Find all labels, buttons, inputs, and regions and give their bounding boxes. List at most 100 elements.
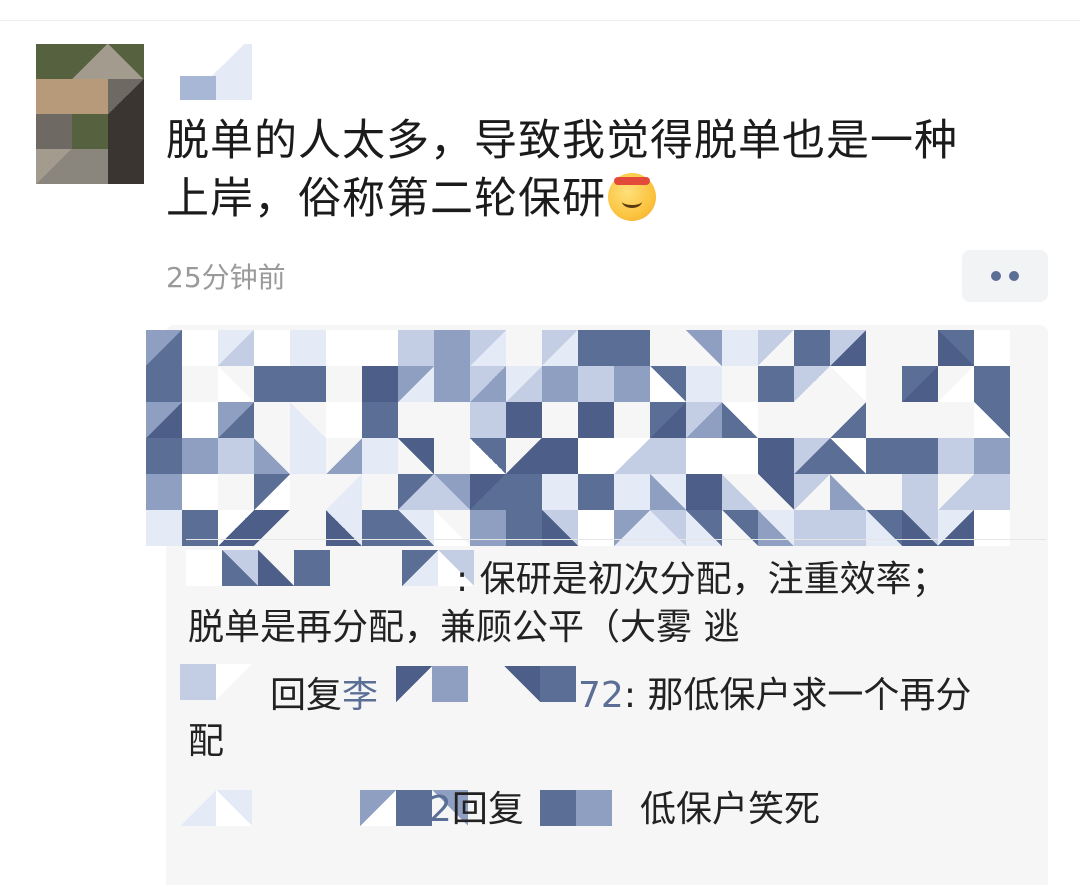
mosaic-tile — [326, 438, 362, 474]
mosaic-tile — [108, 149, 144, 184]
mosaic-tile — [182, 438, 218, 474]
reply-3-name-end[interactable]: 72 — [406, 789, 452, 830]
mosaic-tile — [36, 44, 72, 79]
mosaic-tile — [108, 114, 144, 149]
reply-1-line-1: : 保研是初次分配，注重效率； — [456, 559, 948, 600]
avatar[interactable] — [36, 44, 144, 184]
mosaic-tile — [614, 402, 650, 438]
mosaic-tile — [938, 510, 974, 546]
mosaic-tile — [758, 402, 794, 438]
more-dots-icon — [1009, 271, 1019, 281]
mosaic-tile — [398, 402, 434, 438]
mosaic-tile — [722, 402, 758, 438]
reply-2-target-name-start[interactable]: 李 — [342, 675, 378, 716]
mosaic-tile — [542, 438, 578, 474]
mosaic-tile — [758, 330, 794, 366]
mosaic-tile — [506, 474, 542, 510]
comment-text-line-1: 脱单的人太多，导致我觉得脱单也是一种 — [166, 116, 958, 166]
reply-1-text-line-1: 保研是初次分配，注重效率； — [479, 559, 948, 600]
reply-1-username-redacted[interactable] — [186, 550, 474, 586]
mosaic-tile — [254, 402, 290, 438]
mosaic-tile — [290, 402, 326, 438]
mosaic-tile — [218, 438, 254, 474]
mosaic-tile — [722, 510, 758, 546]
mosaic-tile — [36, 114, 72, 149]
mosaic-tile — [866, 402, 902, 438]
mosaic-tile — [470, 402, 506, 438]
mosaic-tile — [362, 510, 398, 546]
mosaic-tile — [398, 474, 434, 510]
mosaic-tile — [36, 149, 72, 184]
mosaic-tile — [542, 330, 578, 366]
redacted-content-mosaic — [146, 330, 1026, 546]
mosaic-tile — [830, 366, 866, 402]
mosaic-tile — [540, 790, 576, 826]
reply-2-username-redacted[interactable] — [180, 664, 252, 700]
mosaic-tile — [974, 330, 1010, 366]
mosaic-tile — [938, 474, 974, 510]
mosaic-tile — [470, 438, 506, 474]
mosaic-tile — [146, 366, 182, 402]
mosaic-tile — [830, 330, 866, 366]
mosaic-tile — [938, 330, 974, 366]
reply-2-target-name-redacted[interactable] — [396, 666, 576, 702]
mosaic-tile — [902, 366, 938, 402]
mosaic-tile — [72, 114, 108, 149]
reply-3-target-name-redacted[interactable] — [540, 790, 612, 826]
mosaic-tile — [182, 402, 218, 438]
mosaic-tile — [108, 44, 144, 79]
mosaic-tile — [72, 79, 108, 114]
mosaic-tile — [794, 438, 830, 474]
more-options-button[interactable] — [962, 250, 1048, 302]
mosaic-tile — [758, 366, 794, 402]
mosaic-tile — [290, 330, 326, 366]
username-redacted[interactable] — [180, 44, 252, 100]
mosaic-tile — [830, 474, 866, 510]
mosaic-tile — [182, 330, 218, 366]
mosaic-tile — [290, 366, 326, 402]
reply-2-target-name-end[interactable]: 72 — [578, 675, 624, 716]
mosaic-tile — [758, 474, 794, 510]
mosaic-tile — [36, 79, 72, 114]
mosaic-tile — [258, 550, 294, 586]
mosaic-tile — [974, 402, 1010, 438]
mosaic-tile — [974, 474, 1010, 510]
mosaic-tile — [146, 474, 182, 510]
mosaic-tile — [902, 438, 938, 474]
mosaic-tile — [938, 402, 974, 438]
mosaic-tile — [758, 510, 794, 546]
mosaic-tile — [362, 366, 398, 402]
mosaic-tile — [506, 402, 542, 438]
mosaic-tile — [180, 664, 216, 700]
mosaic-tile — [686, 366, 722, 402]
mosaic-tile — [326, 510, 362, 546]
mosaic-tile — [576, 790, 612, 826]
mosaic-tile — [288, 790, 324, 826]
reply-1-line-2: 脱单是再分配，兼顾公平（大雾 逃 — [188, 607, 740, 648]
comment-timestamp: 25分钟前 — [166, 261, 286, 294]
mosaic-tile — [866, 474, 902, 510]
mosaic-tile — [686, 330, 722, 366]
mosaic-tile — [254, 438, 290, 474]
mosaic-tile — [542, 366, 578, 402]
mosaic-tile — [578, 438, 614, 474]
mosaic-tile — [254, 330, 290, 366]
mosaic-tile — [366, 550, 402, 586]
mosaic-tile — [360, 790, 396, 826]
comment-text-line-2: 上岸，俗称第二轮保研 — [166, 174, 606, 224]
mosaic-tile — [686, 474, 722, 510]
mosaic-tile — [218, 474, 254, 510]
mosaic-tile — [542, 402, 578, 438]
mosaic-tile — [722, 438, 758, 474]
mosaic-tile — [218, 510, 254, 546]
mosaic-tile — [938, 438, 974, 474]
more-dots-icon — [991, 271, 1001, 281]
mosaic-tile — [578, 366, 614, 402]
mosaic-tile — [290, 510, 326, 546]
mosaic-tile — [830, 510, 866, 546]
mosaic-tile — [362, 438, 398, 474]
mosaic-tile — [866, 510, 902, 546]
mosaic-tile — [324, 790, 360, 826]
mosaic-tile — [794, 402, 830, 438]
mosaic-tile — [398, 366, 434, 402]
